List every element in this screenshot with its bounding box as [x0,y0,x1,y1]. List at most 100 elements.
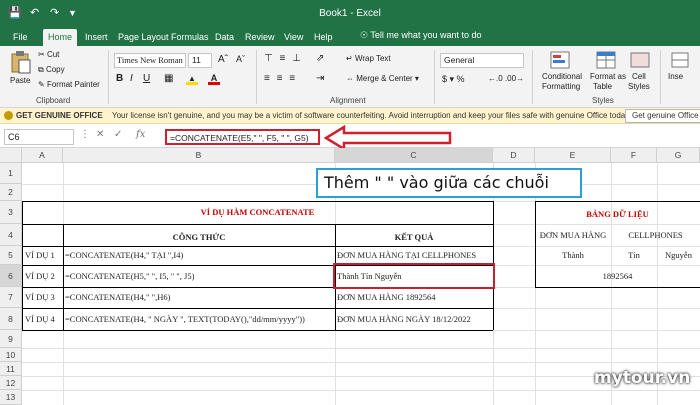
tell-me-text: Tell me what you want to do [370,30,482,40]
format-as-table-button[interactable]: Format as [590,72,626,81]
column-header-d[interactable]: D [493,148,535,163]
tab-page-layout[interactable]: Page Layout [113,29,174,46]
data-header-store[interactable]: CELLPHONES [611,224,700,246]
tab-insert[interactable]: Insert [80,29,113,46]
format-as-table-icon[interactable] [596,51,616,69]
example-label[interactable]: VÍ DỤ 3 [25,287,63,308]
row-header[interactable]: 1 [0,163,22,184]
insert-cells-button[interactable]: Inse [668,72,683,81]
top-align-icons[interactable]: ⊤ ≡ ⊥ [264,53,303,64]
example-label[interactable]: VÍ DỤ 1 [25,246,63,265]
paintbrush-icon: ✎ [38,80,47,89]
row-header[interactable]: 9 [0,330,22,348]
insert-cells-icon[interactable] [670,51,690,69]
font-size-select[interactable]: 11 [188,53,212,68]
conditional-formatting-button[interactable]: Conditional [542,72,582,81]
row-header[interactable]: 5 [0,246,22,265]
bold-button[interactable]: B [116,73,123,84]
underline-button[interactable]: U [143,73,150,84]
ribbon-divider [256,50,257,104]
ribbon-divider [660,50,661,104]
cell-styles-button[interactable]: Cell [632,72,646,81]
row-header[interactable]: 11 [0,362,22,376]
tab-view[interactable]: View [279,29,308,46]
example-formula[interactable]: =CONCATENATE(H4, " NGÀY ", TEXT(TODAY(),… [65,308,335,330]
decimal-icons[interactable]: ←.0 .00→ [488,74,524,83]
column-header-f[interactable]: F [611,148,657,163]
example-formula[interactable]: =CONCATENATE(H5," ", I5, " ", J5) [65,265,335,287]
gridline [22,348,700,349]
tab-help[interactable]: Help [309,29,338,46]
column-header-a[interactable]: A [22,148,63,163]
paste-icon[interactable] [10,50,32,74]
example-formula[interactable]: =CONCATENATE(H4," TẠI ",I4) [65,246,335,265]
column-header-e[interactable]: E [535,148,611,163]
watermark-logo: mytour.vn [594,368,691,388]
horizontal-align-icons[interactable]: ≡ ≡ ≡ [264,73,297,84]
example-label[interactable]: VÍ DỤ 4 [25,308,63,330]
tab-data[interactable]: Data [210,29,239,46]
license-title: GET GENUINE OFFICE [16,111,103,120]
column-header-c[interactable]: C [335,148,493,163]
copy-button[interactable]: ⧉ Copy [38,65,65,75]
tell-me-box[interactable]: ☉ Tell me what you want to do [360,30,481,41]
styles-group-label: Styles [592,96,614,105]
orientation-icon[interactable]: ⇗ [316,53,324,64]
data-table-title: BẢNG DỮ LIỆU [586,209,649,219]
function-icon[interactable]: fx [136,129,145,140]
row-header[interactable]: 2 [0,184,22,201]
conditional-formatting-icon[interactable] [550,51,570,69]
example-formula[interactable]: =CONCATENATE(H4," ",H6) [65,287,335,308]
tab-formulas[interactable]: Formulas [166,29,214,46]
data-cell-g5[interactable]: Nguyễn [657,246,700,265]
grow-font-icon[interactable]: Aˆ [218,54,228,65]
row-header[interactable]: 8 [0,308,22,330]
example-label[interactable]: VÍ DỤ 2 [25,265,63,287]
row-header[interactable]: 7 [0,287,22,308]
borders-icon[interactable]: ▦ [164,73,173,84]
enter-icon[interactable]: ✓ [114,129,122,140]
font-name-select[interactable]: Times New Roman [114,53,186,68]
select-all-corner[interactable] [0,148,22,163]
tab-home[interactable]: Home [43,29,78,46]
lightbulb-icon: ☉ [360,30,369,40]
row-header[interactable]: 10 [0,348,22,362]
column-header-b[interactable]: B [63,148,335,163]
wrap-text-button[interactable]: ↵ Wrap Text [346,54,391,63]
row-header[interactable]: 4 [0,224,22,246]
cell-styles-icon[interactable] [630,51,650,69]
row-header[interactable]: 3 [0,201,22,224]
data-header-order[interactable]: ĐƠN MUA HÀNG [535,224,611,246]
currency-icon[interactable]: $ ▾ % [442,74,465,85]
annotation-callout: Thêm " " vào giữa các chuỗi [316,168,582,198]
ribbon-divider [532,50,533,104]
row-header[interactable]: 6 [0,265,22,287]
font-color-icon[interactable]: A [208,73,220,85]
cancel-icon[interactable]: ✕ [96,129,104,140]
data-cell-e5[interactable]: Thành [535,246,611,265]
shrink-font-icon[interactable]: Aˇ [236,54,245,64]
row-header[interactable]: 13 [0,390,22,405]
italic-button[interactable]: I [130,73,133,84]
data-cell-e6[interactable]: 1892564 [535,265,700,287]
merge-center-button[interactable]: ⇔ Merge & Center ▾ [346,74,419,83]
selected-cell-highlight [333,263,495,289]
paste-button[interactable]: Paste [10,76,30,85]
formula-input[interactable]: =CONCATENATE(E5," ", F5, " ", G5) [165,129,320,145]
name-box[interactable]: C6 [4,129,74,145]
get-genuine-office-button[interactable]: Get genuine Office [625,109,700,123]
row-header[interactable]: 12 [0,376,22,390]
number-format-select[interactable]: General [440,53,524,68]
column-header-g[interactable]: G [657,148,700,163]
example-result[interactable]: ĐƠN MUA HÀNG 1892564 [337,287,493,308]
tab-review[interactable]: Review [240,29,280,46]
cut-button[interactable]: ✂ Cut [38,50,59,59]
tab-file[interactable]: File [8,29,33,46]
main-table-title: VÍ DỤ HÀM CONCATENATE [200,207,315,217]
formula-controls: ⋮ ✕ ✓ fx [80,129,160,145]
fill-color-icon[interactable]: ▲ [186,74,198,85]
format-painter-button[interactable]: ✎ Format Painter [38,80,100,89]
data-cell-f5[interactable]: Tín [611,246,657,265]
indent-icon[interactable]: ⇥ [316,73,324,84]
example-result[interactable]: ĐƠN MUA HÀNG NGÀY 18/12/2022 [337,308,493,330]
